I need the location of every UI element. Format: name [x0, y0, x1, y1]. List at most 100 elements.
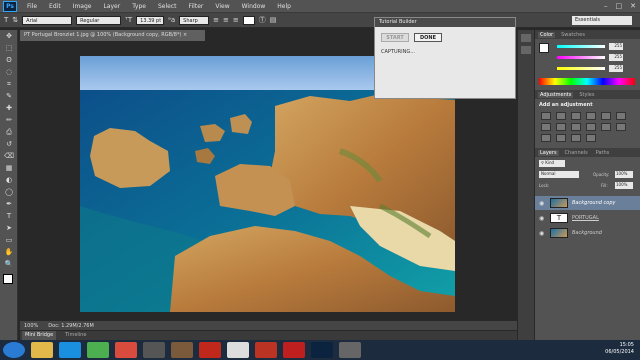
move-icon[interactable]: ✥ [2, 31, 16, 42]
foreground-color-swatch[interactable] [3, 274, 13, 284]
filezilla-icon[interactable] [283, 342, 305, 358]
explorer-icon[interactable] [31, 342, 53, 358]
layer-name[interactable]: PORTUGAL [572, 215, 599, 221]
eye-icon[interactable]: ◉ [539, 230, 546, 237]
menu-select[interactable]: Select [152, 3, 183, 10]
path-select-icon[interactable]: ➤ [2, 223, 16, 234]
done-button[interactable]: DONE [414, 33, 442, 42]
brightness-icon[interactable] [541, 112, 551, 120]
text-color-swatch[interactable] [242, 15, 255, 25]
other-icon[interactable] [339, 342, 361, 358]
exposure-icon[interactable] [586, 112, 596, 120]
hue-saturation-icon[interactable] [616, 112, 626, 120]
blend-mode-select[interactable]: Normal [539, 171, 579, 178]
channel-mixer-icon[interactable] [586, 123, 596, 131]
system-tray-clock[interactable]: 15:05 06/05/2014 [605, 342, 634, 356]
levels-icon[interactable] [556, 112, 566, 120]
gradient-icon[interactable]: ▦ [2, 163, 16, 174]
ie-icon[interactable] [59, 342, 81, 358]
lasso-icon[interactable]: ʘ [2, 55, 16, 66]
character-panel-icon[interactable]: ▤ [270, 16, 277, 24]
pdf-icon[interactable] [255, 342, 277, 358]
layer-row[interactable]: ◉ Background [535, 226, 640, 240]
eyedropper-icon[interactable]: ✎ [2, 91, 16, 102]
marquee-icon[interactable]: ⬚ [2, 43, 16, 54]
collapsed-panel-dock[interactable] [518, 30, 534, 340]
opacity-input[interactable]: 100% [615, 171, 633, 178]
menu-type[interactable]: Type [126, 3, 152, 10]
tab-styles[interactable]: Styles [577, 92, 596, 98]
menu-filter[interactable]: Filter [183, 3, 210, 10]
layer-row[interactable]: ◉ T PORTUGAL [535, 211, 640, 225]
photoshop-icon[interactable] [311, 342, 333, 358]
layer-name[interactable]: Background [572, 230, 602, 236]
crop-icon[interactable]: ⌗ [2, 79, 16, 90]
type-tool-icon[interactable]: T [4, 16, 8, 24]
chrome-icon[interactable] [87, 342, 109, 358]
type-icon[interactable]: T [2, 211, 16, 222]
antialias-select[interactable]: Sharp [179, 15, 210, 25]
green-slider[interactable] [557, 56, 605, 59]
properties-icon[interactable] [521, 46, 531, 54]
blue-value[interactable]: 255 [609, 65, 623, 72]
green-value[interactable]: 255 [609, 54, 623, 61]
font-size-select[interactable]: 13.39 pt [136, 15, 165, 25]
tab-mini-bridge[interactable]: Mini Bridge [22, 331, 57, 340]
invert-icon[interactable] [616, 123, 626, 131]
tab-timeline[interactable]: Timeline [62, 331, 89, 340]
red-value[interactable]: 255 [609, 43, 623, 50]
color-lookup-icon[interactable] [601, 123, 611, 131]
workspace-select[interactable]: Essentials [572, 16, 632, 25]
quick-select-icon[interactable]: ◌ [2, 67, 16, 78]
minimize-icon[interactable]: – [604, 2, 608, 10]
close-icon[interactable]: ✕ [630, 2, 636, 10]
curves-icon[interactable] [571, 112, 581, 120]
menu-edit[interactable]: Edit [43, 3, 67, 10]
layer-kind-filter[interactable]: ⚲ Kind [539, 160, 565, 167]
fill-input[interactable]: 100% [615, 182, 633, 189]
align-center-icon[interactable]: ≡ [223, 16, 229, 24]
media-icon[interactable] [227, 342, 249, 358]
threshold-icon[interactable] [556, 134, 566, 142]
history-brush-icon[interactable]: ↺ [2, 139, 16, 150]
maximize-icon[interactable]: □ [616, 2, 623, 10]
black-white-icon[interactable] [556, 123, 566, 131]
doc-size[interactable]: Doc: 1.29M/2.76M [48, 323, 94, 329]
dodge-icon[interactable]: ◯ [2, 187, 16, 198]
clone-stamp-icon[interactable]: ⎙ [2, 127, 16, 138]
tab-swatches[interactable]: Swatches [559, 32, 587, 38]
zoom-icon[interactable]: 🔍 [2, 259, 16, 270]
menu-window[interactable]: Window [236, 3, 272, 10]
foreground-color-swatch[interactable] [539, 43, 549, 53]
hand-icon[interactable]: ✋ [2, 247, 16, 258]
pen-icon[interactable]: ✒ [2, 199, 16, 210]
font-family-select[interactable]: Arial [22, 15, 73, 25]
align-right-icon[interactable]: ≡ [233, 16, 239, 24]
color-spectrum[interactable] [539, 78, 635, 85]
posterize-icon[interactable] [541, 134, 551, 142]
winamp-icon[interactable] [143, 342, 165, 358]
healing-icon[interactable]: ✚ [2, 103, 16, 114]
tab-paths[interactable]: Paths [594, 150, 612, 156]
tutorial-builder-title[interactable]: Tutorial Builder [375, 18, 515, 27]
zoom-level[interactable]: 100% [24, 323, 38, 329]
ccleaner-icon[interactable] [115, 342, 137, 358]
tab-adjustments[interactable]: Adjustments [538, 91, 574, 98]
photo-filter-icon[interactable] [571, 123, 581, 131]
opera-icon[interactable] [199, 342, 221, 358]
shape-icon[interactable]: ▭ [2, 235, 16, 246]
menu-layer[interactable]: Layer [97, 3, 126, 10]
red-slider[interactable] [557, 45, 605, 48]
menu-image[interactable]: Image [67, 3, 98, 10]
tab-channels[interactable]: Channels [563, 150, 590, 156]
tab-color[interactable]: Color [538, 31, 556, 38]
menu-file[interactable]: File [21, 3, 43, 10]
text-orientation-icon[interactable]: ⇅ [12, 16, 18, 24]
start-button[interactable]: START [381, 33, 409, 42]
start-orb-icon[interactable] [3, 342, 25, 358]
document-tab[interactable]: PT Portugal Bronziet 1.jpg @ 100% (Backg… [20, 30, 205, 41]
menu-help[interactable]: Help [271, 3, 297, 10]
eraser-icon[interactable]: ⌫ [2, 151, 16, 162]
selective-color-icon[interactable] [571, 134, 581, 142]
warp-text-icon[interactable]: Ⓣ [259, 15, 266, 25]
